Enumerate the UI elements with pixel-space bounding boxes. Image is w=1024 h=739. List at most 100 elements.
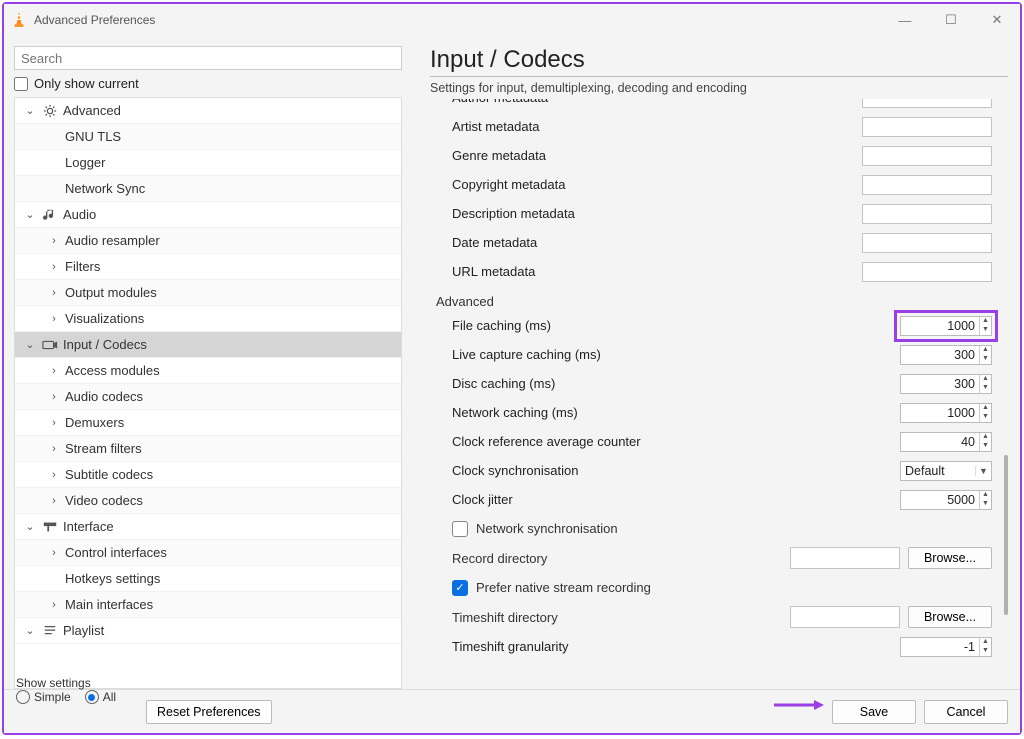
meta-input[interactable] [862,117,992,137]
path-input[interactable] [790,606,900,628]
tree-item-visualizations[interactable]: › Visualizations [15,306,401,332]
tree-item-input-codecs[interactable]: ⌄Input / Codecs [15,332,401,358]
spin-up-icon[interactable]: ▲ [980,346,991,355]
tree-item-output-modules[interactable]: ›Output modules [15,280,401,306]
save-button[interactable]: Save [832,700,916,724]
tree-item-audio-resampler[interactable]: ›Audio resampler [15,228,401,254]
meta-input[interactable] [862,204,992,224]
tree-item-label: Interface [63,519,401,534]
tree-item-logger[interactable]: Logger [15,150,401,176]
tree-item-main-interfaces[interactable]: ›Main interfaces [15,592,401,618]
tree-item-label: Audio resampler [65,233,401,248]
show-simple-radio[interactable]: Simple [16,690,71,704]
meta-input[interactable] [862,233,992,253]
setting-label: Clock jitter [452,492,900,507]
tree-item-access-modules[interactable]: ›Access modules [15,358,401,384]
radio-dot [16,690,30,704]
tree-item-label: Hotkeys settings [65,571,401,586]
spin-arrows[interactable]: ▲▼ [979,317,991,335]
spin-input[interactable]: 300▲▼ [900,374,992,394]
only-show-current-checkbox[interactable]: Only show current [14,76,402,91]
spin-down-icon[interactable]: ▼ [980,355,991,364]
spin-arrows[interactable]: ▲▼ [979,638,991,656]
spin-up-icon[interactable]: ▲ [980,375,991,384]
spin-arrows[interactable]: ▲▼ [979,491,991,509]
spin-up-icon[interactable]: ▲ [980,491,991,500]
meta-input[interactable] [862,99,992,108]
tree-item-audio-codecs[interactable]: ›Audio codecs [15,384,401,410]
show-settings-group: Show settings Simple All [16,676,116,704]
spin-down-icon[interactable]: ▼ [980,384,991,393]
maximize-button[interactable]: ☐ [928,4,974,36]
spin-down-icon[interactable]: ▼ [980,326,991,335]
meta-author-metadata: Author metadata [434,99,992,112]
meta-input[interactable] [862,146,992,166]
browse-button[interactable]: Browse... [908,547,992,569]
spin-input[interactable]: 1000▲▼ [900,403,992,423]
cancel-button[interactable]: Cancel [924,700,1008,724]
network-sync-checkbox[interactable]: Network synchronisation [434,514,992,543]
tree-item-playlist[interactable]: ⌄Playlist [15,618,401,644]
meta-input[interactable] [862,262,992,282]
spin-up-icon[interactable]: ▲ [980,317,991,326]
radio-dot-selected [85,690,99,704]
tree-item-control-interfaces[interactable]: ›Control interfaces [15,540,401,566]
tree-item-label: Video codecs [65,493,401,508]
checkbox-icon[interactable] [452,521,468,537]
checkbox-checked-icon[interactable]: ✓ [452,580,468,596]
chevron-icon: › [47,313,61,325]
tree-item-interface[interactable]: ⌄ Interface [15,514,401,540]
spin-down-icon[interactable]: ▼ [980,413,991,422]
spin-input[interactable]: 1000▲▼ [900,316,992,336]
spin-arrows[interactable]: ▲▼ [979,404,991,422]
spin-input[interactable]: 300▲▼ [900,345,992,365]
meta-input[interactable] [862,175,992,195]
bottom-bar: Show settings Simple All Reset Preferenc… [4,689,1020,733]
browse-button[interactable]: Browse... [908,606,992,628]
adv-network-caching-ms-: Network caching (ms)1000▲▼ [434,398,992,427]
spin-arrows[interactable]: ▲▼ [979,346,991,364]
reset-preferences-button[interactable]: Reset Preferences [146,700,272,724]
tree-item-audio[interactable]: ⌄Audio [15,202,401,228]
tree-item-network-sync[interactable]: Network Sync [15,176,401,202]
spin-up-icon[interactable]: ▲ [980,433,991,442]
only-show-current-box[interactable] [14,77,28,91]
close-button[interactable]: ✕ [974,4,1020,36]
tree-item-stream-filters[interactable]: ›Stream filters [15,436,401,462]
spin-down-icon[interactable]: ▼ [980,647,991,656]
spin-down-icon[interactable]: ▼ [980,442,991,451]
tree-scroll[interactable]: ⌄AdvancedGNU TLSLoggerNetwork Sync⌄Audio… [15,98,401,688]
tree-item-demuxers[interactable]: ›Demuxers [15,410,401,436]
spin-input[interactable]: -1▲▼ [900,637,992,657]
combo-input[interactable]: Default▼ [900,461,992,481]
tree-item-subtitle-codecs[interactable]: ›Subtitle codecs [15,462,401,488]
tree-item-label: Visualizations [65,311,401,326]
tree-item-video-codecs[interactable]: ›Video codecs [15,488,401,514]
spin-arrows[interactable]: ▲▼ [979,375,991,393]
settings-scrollbar[interactable] [1004,99,1008,689]
show-all-radio[interactable]: All [85,690,116,704]
spin-up-icon[interactable]: ▲ [980,638,991,647]
settings-scroll[interactable]: Author metadataArtist metadataGenre meta… [430,99,1004,689]
tree-item-gnu-tls[interactable]: GNU TLS [15,124,401,150]
show-settings-label: Show settings [16,676,116,690]
meta-date-metadata: Date metadata [434,228,992,257]
search-input[interactable] [14,46,402,70]
prefer-native-checkbox[interactable]: ✓Prefer native stream recording [434,573,992,602]
spin-input[interactable]: 40▲▼ [900,432,992,452]
spin-input[interactable]: 5000▲▼ [900,490,992,510]
chevron-down-icon: ▼ [975,466,991,476]
scrollbar-thumb[interactable] [1004,455,1008,615]
tree-item-filters[interactable]: ›Filters [15,254,401,280]
tree-item-label: Control interfaces [65,545,401,560]
chevron-icon: ⌄ [23,520,37,533]
minimize-button[interactable]: — [882,4,928,36]
gear-icon [41,104,59,118]
path-input[interactable] [790,547,900,569]
spin-arrows[interactable]: ▲▼ [979,433,991,451]
page-title: Input / Codecs [430,46,1008,74]
spin-up-icon[interactable]: ▲ [980,404,991,413]
tree-item-advanced[interactable]: ⌄Advanced [15,98,401,124]
spin-down-icon[interactable]: ▼ [980,500,991,509]
tree-item-hotkeys-settings[interactable]: Hotkeys settings [15,566,401,592]
